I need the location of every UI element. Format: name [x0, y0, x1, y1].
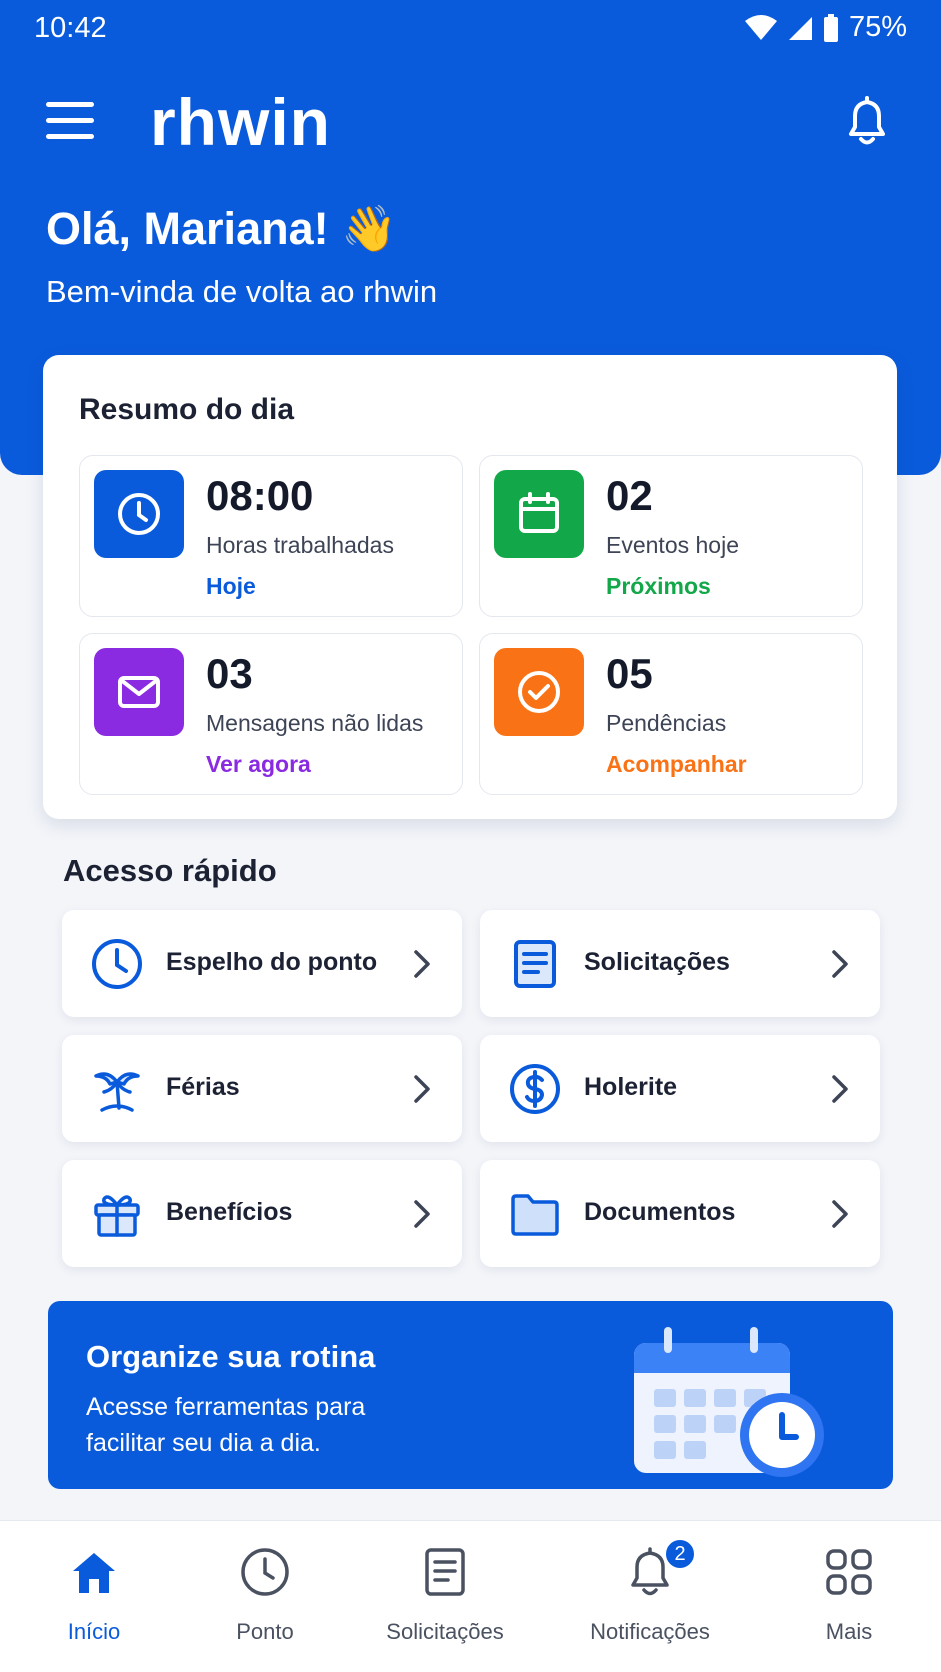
quick-item-ferias[interactable]: Férias — [62, 1035, 462, 1142]
quick-item-label: Benefícios — [166, 1198, 293, 1226]
quick-item-holerite[interactable]: Holerite — [480, 1035, 880, 1142]
quick-item-label: Férias — [166, 1073, 240, 1101]
calendar-clock-illustration — [634, 1327, 824, 1477]
stat-unread-messages[interactable]: 03 Mensagens não lidas Ver agora — [79, 633, 463, 795]
top-app-bar: rhwin — [0, 80, 941, 166]
check-circle-icon — [494, 648, 584, 736]
stat-value: 02 — [606, 472, 653, 519]
nav-item-mais[interactable]: Mais — [774, 1545, 924, 1655]
chevron-right-icon — [414, 1075, 430, 1103]
chevron-right-icon — [832, 1200, 848, 1228]
calendar-icon — [494, 470, 584, 558]
stat-label: Mensagens não lidas — [206, 710, 424, 736]
document-icon — [425, 1548, 465, 1596]
promo-banner[interactable]: Organize sua rotina Acesse ferramentas p… — [48, 1301, 893, 1489]
document-icon — [508, 937, 562, 991]
notification-badge: 2 — [663, 1537, 697, 1571]
stat-value: 08:00 — [206, 472, 314, 519]
stat-label: Eventos hoje — [606, 532, 739, 558]
battery-icon — [823, 13, 838, 42]
notifications-bell-icon[interactable] — [841, 94, 893, 148]
folder-icon — [508, 1187, 562, 1241]
chevron-right-icon — [414, 950, 430, 978]
clock-icon — [94, 470, 184, 558]
nav-item-notificacoes[interactable]: 2 Notificações — [575, 1537, 725, 1655]
grid-icon — [826, 1549, 872, 1595]
quick-item-solicitacoes[interactable]: Solicitações — [480, 910, 880, 1017]
summary-title: Resumo do dia — [79, 393, 295, 426]
quick-item-label: Holerite — [584, 1073, 678, 1101]
clock-icon — [241, 1548, 289, 1596]
chevron-right-icon — [414, 1200, 430, 1228]
palm-tree-icon — [90, 1062, 144, 1116]
stat-link[interactable]: Ver agora — [206, 751, 311, 778]
nav-label: Ponto — [236, 1619, 294, 1644]
nav-item-ponto[interactable]: Ponto — [190, 1545, 340, 1655]
stat-value: 03 — [206, 650, 253, 697]
nav-item-solicitacoes[interactable]: Solicitações — [370, 1545, 520, 1655]
quick-item-espelho-do-ponto[interactable]: Espelho do ponto — [62, 910, 462, 1017]
banner-title: Organize sua rotina — [86, 1339, 376, 1374]
quick-access-title: Acesso rápido — [63, 853, 277, 888]
nav-label: Mais — [825, 1619, 873, 1644]
daily-summary-card: Resumo do dia 08:00 Horas trabalhadas Ho… — [43, 355, 897, 819]
nav-label: Início — [67, 1619, 121, 1644]
nav-label: Notificações — [590, 1619, 710, 1644]
stat-events-today[interactable]: 02 Eventos hoje Próximos — [479, 455, 863, 617]
menu-icon[interactable] — [46, 102, 96, 142]
stat-label: Horas trabalhadas — [206, 532, 394, 558]
mail-icon — [94, 648, 184, 736]
brand-logo: rhwin — [150, 85, 331, 159]
stat-link[interactable]: Acompanhar — [606, 751, 747, 778]
stat-link[interactable]: Próximos — [606, 573, 711, 600]
quick-item-label: Documentos — [584, 1198, 736, 1226]
gift-icon — [90, 1187, 144, 1241]
quick-item-beneficios[interactable]: Benefícios — [62, 1160, 462, 1267]
home-icon — [73, 1553, 115, 1593]
chevron-right-icon — [832, 950, 848, 978]
stat-label: Pendências — [606, 710, 727, 736]
stat-value: 05 — [606, 650, 653, 697]
quick-item-label: Espelho do ponto — [166, 948, 378, 976]
stat-hours-worked[interactable]: 08:00 Horas trabalhadas Hoje — [79, 455, 463, 617]
stat-link[interactable]: Hoje — [206, 573, 256, 600]
stat-pending-items[interactable]: 05 Pendências Acompanhar — [479, 633, 863, 795]
status-indicators: 75% — [744, 11, 907, 44]
signal-icon — [788, 16, 812, 40]
greeting-title: Olá, Mariana! 👋 — [46, 203, 398, 254]
nav-item-inicio[interactable]: Início — [19, 1545, 169, 1655]
quick-item-label: Solicitações — [584, 948, 730, 976]
quick-item-documentos[interactable]: Documentos — [480, 1160, 880, 1267]
banner-text: Acesse ferramentas para facilitar seu di… — [86, 1393, 366, 1457]
clock-icon — [90, 937, 144, 991]
status-bar: 10:42 75% — [0, 0, 941, 56]
chevron-right-icon — [832, 1075, 848, 1103]
status-time: 10:42 — [34, 12, 107, 44]
wifi-icon — [744, 14, 777, 40]
dollar-circle-icon — [508, 1062, 562, 1116]
bottom-navigation: Início Ponto Solicitações 2 Notificações… — [0, 1520, 941, 1672]
battery-percent: 75% — [848, 11, 907, 43]
greeting-subtitle: Bem-vinda de volta ao rhwin — [46, 274, 438, 309]
nav-label: Solicitações — [386, 1619, 504, 1644]
